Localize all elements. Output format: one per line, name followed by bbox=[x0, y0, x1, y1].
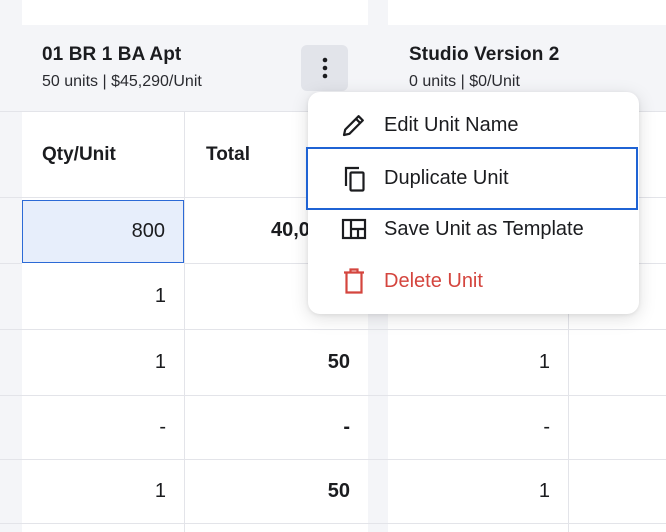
menu-item-label: Delete Unit bbox=[384, 269, 483, 292]
cell-value: 1 bbox=[538, 351, 550, 373]
unit-title: Studio Version 2 bbox=[409, 44, 560, 65]
more-vertical-icon bbox=[322, 57, 327, 79]
unit-options-menu: Edit Unit Name Duplicate Unit Save Unit … bbox=[306, 92, 639, 314]
menu-item-label: Duplicate Unit bbox=[384, 167, 509, 189]
table-cell-qty[interactable]: 1 bbox=[22, 460, 184, 524]
table-cell-qty[interactable]: - bbox=[22, 396, 184, 460]
pencil-icon bbox=[340, 111, 368, 139]
menu-item-delete-unit[interactable]: Delete Unit bbox=[308, 255, 639, 307]
trash-icon bbox=[340, 267, 368, 295]
unit-title: 01 BR 1 BA Apt bbox=[42, 44, 182, 65]
table-cell-qty[interactable]: 1 bbox=[388, 330, 568, 396]
menu-item-duplicate-unit[interactable]: Duplicate Unit bbox=[306, 147, 638, 210]
cell-value: 1 bbox=[154, 285, 166, 307]
menu-item-edit-unit-name[interactable]: Edit Unit Name bbox=[308, 99, 639, 151]
cell-value: 40,0 bbox=[271, 219, 310, 241]
row-lines bbox=[569, 459, 666, 460]
cell-value: 1 bbox=[154, 480, 166, 502]
table-cell-total[interactable]: 50 bbox=[185, 330, 368, 396]
left-gutter bbox=[0, 0, 22, 532]
column-header-label: Total bbox=[206, 143, 250, 165]
table-cell-qty[interactable]: - bbox=[388, 396, 568, 460]
cell-value: 50 bbox=[327, 351, 350, 373]
cell-value: 1 bbox=[538, 480, 550, 502]
cell-value: - bbox=[159, 416, 166, 438]
cell-value: 1 bbox=[154, 351, 166, 373]
template-icon bbox=[340, 215, 368, 243]
table-cell-qty[interactable]: 1 bbox=[22, 264, 184, 330]
unit-options-button[interactable] bbox=[301, 45, 348, 91]
table-cell-qty[interactable]: 800 bbox=[22, 200, 184, 263]
table-cell-total[interactable]: 50 bbox=[185, 460, 368, 524]
menu-item-label: Save Unit as Template bbox=[384, 217, 584, 240]
row-lines bbox=[569, 395, 666, 396]
cell-value: - bbox=[543, 416, 550, 438]
copy-icon bbox=[340, 165, 368, 193]
row-lines bbox=[569, 523, 666, 524]
cell-value: 800 bbox=[131, 220, 165, 242]
column-header-qty-unit[interactable]: Qty/Unit bbox=[22, 112, 184, 198]
row-lines bbox=[569, 329, 666, 330]
table-cell-qty[interactable]: 1 bbox=[22, 330, 184, 396]
column-header-label: Qty/Unit bbox=[42, 143, 116, 165]
menu-item-save-as-template[interactable]: Save Unit as Template bbox=[308, 203, 639, 255]
unit-summary: 0 units | $0/Unit bbox=[409, 73, 520, 90]
cell-value: 50 bbox=[327, 480, 350, 502]
table-cell-qty[interactable]: 1 bbox=[388, 460, 568, 524]
table-cell-total[interactable]: - bbox=[185, 396, 368, 460]
menu-item-label: Edit Unit Name bbox=[384, 113, 519, 136]
cell-value: - bbox=[343, 416, 350, 438]
unit-summary: 50 units | $45,290/Unit bbox=[42, 73, 202, 90]
